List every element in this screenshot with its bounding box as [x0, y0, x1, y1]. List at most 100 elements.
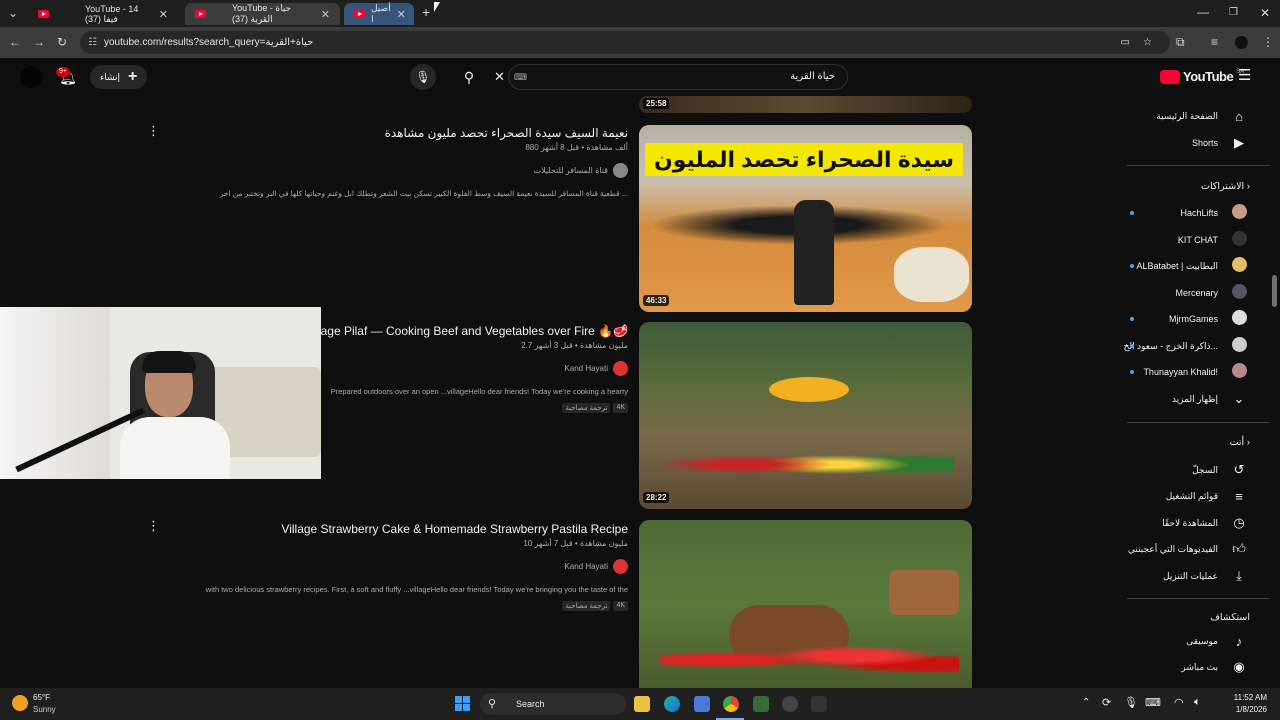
you-header[interactable]: أنت › — [1230, 437, 1250, 448]
sidebar-item-subscription[interactable]: Thunayyan Khalid! — [1110, 362, 1250, 382]
minimize-icon[interactable]: — — [1197, 5, 1209, 19]
tab-3[interactable]: أصيل ا ✕ — [344, 3, 414, 25]
bookmark-star-icon[interactable]: ☆ — [1143, 31, 1152, 54]
tab-1[interactable]: YouTube - 14 فيفا (37) ✕ — [28, 3, 178, 25]
tab-2[interactable]: YouTube - حياة القرية (37) ✕ — [185, 3, 340, 25]
sidebar-item-subscription[interactable]: Mercenary — [1110, 283, 1250, 303]
clear-search-icon[interactable]: ✕ — [494, 65, 505, 89]
search-button-icon[interactable]: ⚲ — [456, 64, 482, 90]
extensions-icon[interactable]: ⧉ — [1176, 35, 1185, 49]
weather-sun-icon — [12, 695, 28, 711]
tab-label: YouTube - حياة القرية (37) — [232, 3, 292, 24]
store-icon[interactable] — [694, 696, 710, 712]
volume-icon[interactable]: 🔈︎ — [1194, 696, 1201, 709]
taskbar-search[interactable]: ⚲ Search — [480, 693, 626, 715]
sidebar-item-label: ذاكرة الخرج - سعود الخ... — [1123, 340, 1218, 351]
video-thumbnail[interactable] — [639, 520, 972, 688]
edge-browser-icon[interactable] — [664, 696, 680, 712]
channel-row[interactable]: Kand Hayati — [564, 361, 628, 376]
sidebar-item-label: Shorts — [1191, 138, 1218, 148]
video-title[interactable]: Village Strawberry Cake & Homemade Straw… — [281, 522, 628, 536]
show-hidden-icons[interactable]: ⌃ — [1082, 697, 1090, 708]
subscriptions-header[interactable]: الاشتراكات › — [1201, 181, 1250, 192]
keyboard-icon[interactable]: ⌨ — [514, 65, 527, 89]
sidebar-item-home[interactable]: الصفحة الرئيسية ⌂ — [1110, 106, 1250, 126]
sidebar-item-subscription[interactable]: KIT CHAT — [1110, 230, 1250, 250]
chrome-icon[interactable] — [723, 696, 739, 712]
app-icon[interactable] — [782, 696, 798, 712]
sidebar-item-history[interactable]: السجلّ ↺ — [1110, 460, 1250, 480]
profile-avatar[interactable] — [1235, 36, 1248, 49]
channel-avatar[interactable] — [613, 163, 628, 178]
more-actions-icon[interactable]: ⋮ — [147, 124, 160, 137]
scrollbar-thumb[interactable] — [1272, 275, 1277, 307]
channel-avatar[interactable] — [613, 361, 628, 376]
file-explorer-icon[interactable] — [634, 696, 650, 712]
channel-name[interactable]: قناة المسافر للتحليلات — [534, 166, 608, 175]
wifi-icon[interactable]: ◠ — [1174, 696, 1184, 709]
site-info-icon[interactable]: ☷ — [88, 31, 97, 54]
app-icon[interactable] — [811, 696, 827, 712]
reload-icon[interactable]: ↻ — [57, 35, 67, 49]
tab-search-icon[interactable]: ⌄ — [8, 6, 18, 20]
create-button[interactable]: إنشاء + — [90, 65, 148, 89]
search-input[interactable]: ✕ ⌨ حياة القرية — [494, 64, 848, 90]
reading-list-icon[interactable]: ≡ — [1211, 35, 1218, 49]
sidebar-item-downloads[interactable]: عمليات التنزيل ⤓ — [1110, 566, 1250, 586]
sidebar-item-subscription[interactable]: HachLifts — [1110, 203, 1250, 223]
maximize-icon[interactable]: ❐ — [1229, 6, 1238, 20]
divider — [1127, 422, 1270, 423]
cast-icon[interactable]: ▭ — [1121, 31, 1130, 54]
channel-avatar — [1231, 257, 1247, 272]
hamburger-menu-icon[interactable]: ☰ — [1238, 66, 1251, 84]
close-tab-icon[interactable]: ✕ — [159, 8, 168, 21]
windows-start-icon[interactable] — [455, 696, 470, 711]
voice-search-mic-icon[interactable]: 🎙︎ — [410, 64, 436, 90]
badges: ترجمة مصاحبة 4K — [562, 403, 628, 413]
browser-toolbar: ← → ↻ ☷ youtube.com/results?search_query… — [0, 27, 1280, 58]
video-title[interactable]: نعيمة السيف سيدة الصحراء تحصد مليون مشاه… — [385, 126, 628, 140]
screen: ⌄ YouTube - 14 فيفا (37) ✕ YouTube - حيا… — [0, 0, 1280, 720]
sidebar-item-subscription[interactable]: ذاكرة الخرج - سعود الخ... — [1110, 336, 1250, 356]
address-bar[interactable]: ☷ youtube.com/results?search_query=حياة+… — [80, 31, 1170, 54]
channel-row[interactable]: قناة المسافر للتحليلات — [534, 163, 628, 178]
sync-icon[interactable]: ⟳ — [1102, 696, 1111, 709]
sidebar-item-live[interactable]: بث مباشر ◉ — [1110, 657, 1250, 677]
channel-avatar[interactable] — [613, 559, 628, 574]
video-thumbnail[interactable]: سيدة الصحراء تحصد المليون 46:33 — [639, 125, 972, 312]
sidebar-item-liked[interactable]: الفيديوهات التي أعجبتني 👍︎ — [1110, 539, 1250, 559]
microphone-icon[interactable]: 🎙︎ — [1124, 696, 1138, 709]
new-tab-icon[interactable]: + — [422, 5, 430, 19]
sidebar-item-music[interactable]: موسيقى ♪ — [1110, 631, 1250, 651]
weather-temp[interactable]: 65°F — [33, 693, 50, 702]
channel-name[interactable]: Kand Hayati — [564, 562, 608, 571]
sidebar-item-label: الصفحة الرئيسية — [1156, 110, 1218, 121]
youtube-logo[interactable]: YouTube SA — [1160, 69, 1244, 84]
sidebar-show-more[interactable]: إظهار المزيد ⌄ — [1110, 389, 1250, 409]
close-window-icon[interactable]: ✕ — [1260, 6, 1270, 20]
close-tab-icon[interactable]: ✕ — [397, 8, 406, 21]
account-avatar[interactable] — [20, 66, 42, 88]
sidebar-item-watch-later[interactable]: المشاهدة لاحقًا ◷ — [1110, 513, 1250, 533]
channel-name[interactable]: Kand Hayati — [564, 364, 608, 373]
app-icon[interactable] — [753, 696, 769, 712]
forward-icon[interactable]: → — [33, 35, 45, 49]
divider — [1127, 165, 1270, 166]
channel-row[interactable]: Kand Hayati — [564, 559, 628, 574]
keyboard-icon[interactable]: ⌨ — [1145, 696, 1161, 709]
back-icon[interactable]: ← — [9, 35, 21, 49]
sidebar-item-subscription[interactable]: MjrmGames — [1110, 309, 1250, 329]
video-thumbnail[interactable]: 25:58 — [639, 96, 972, 113]
video-duration: 46:33 — [643, 295, 670, 306]
sidebar-item-label: السجلّ — [1192, 464, 1218, 475]
more-actions-icon[interactable]: ⋮ — [147, 519, 160, 532]
sidebar-item-subscription[interactable]: ALBatabet | البطابيت — [1110, 256, 1250, 276]
clock-time[interactable]: 11:52 AM — [1222, 693, 1267, 702]
menu-dots-icon[interactable]: ⋮ — [1262, 35, 1274, 49]
sidebar-item-shorts[interactable]: Shorts ▶ — [1110, 133, 1250, 153]
video-thumbnail[interactable]: 28:22 — [639, 322, 972, 509]
tab-label: أصيل ا — [371, 3, 391, 24]
video-title[interactable]: Village Pilaf — Cooking Beef and Vegetab… — [318, 324, 628, 338]
sidebar-item-playlists[interactable]: قوائم التشغيل ≡ — [1110, 486, 1250, 506]
close-tab-icon[interactable]: ✕ — [321, 8, 330, 21]
